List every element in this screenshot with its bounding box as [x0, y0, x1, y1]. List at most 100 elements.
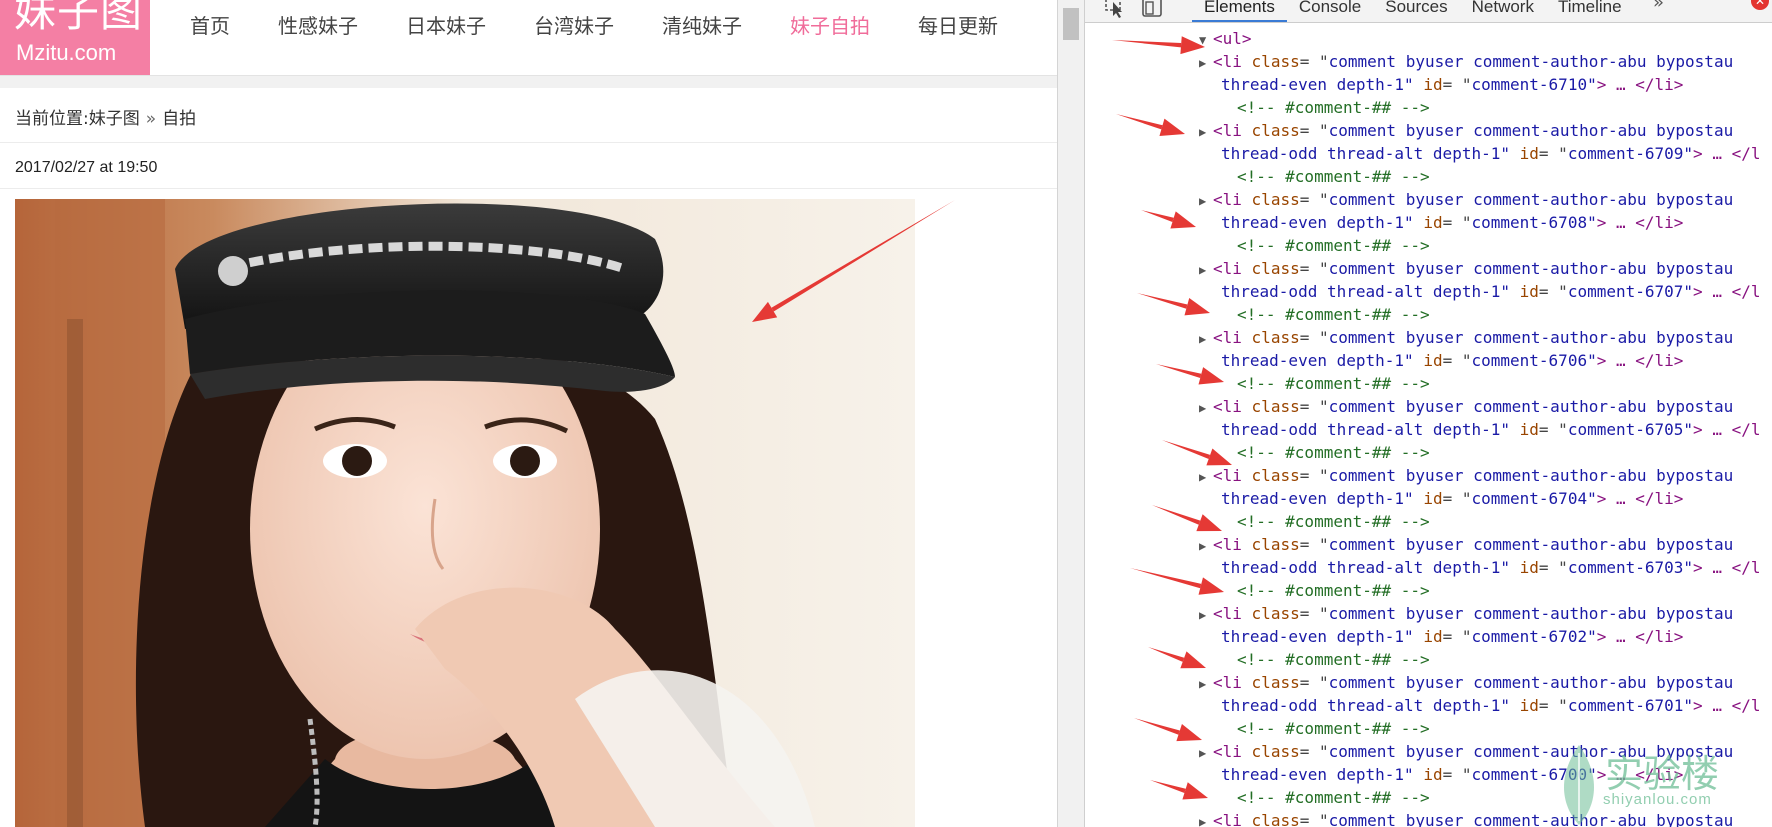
dom-node-li[interactable]: ▶ <li class= "comment byuser comment-auth…	[1199, 534, 1733, 556]
li-tail: > … </l	[1693, 420, 1761, 439]
dom-node-li[interactable]: ▶ <li class= "comment byuser comment-auth…	[1199, 465, 1733, 487]
dom-node-li-continuation[interactable]: thread-odd thread-alt depth-1" id= "comm…	[1221, 281, 1760, 303]
li-class-parity: thread-even depth-1	[1221, 75, 1405, 94]
breadcrumb-current[interactable]: 自拍	[162, 109, 196, 129]
dom-comment-node[interactable]: <!-- #comment-## -->	[1237, 649, 1430, 671]
li-id-value: comment-6710	[1471, 75, 1588, 94]
dom-node-li-continuation[interactable]: thread-odd thread-alt depth-1" id= "comm…	[1221, 419, 1760, 441]
dom-comment-node[interactable]: <!-- #comment-## -->	[1237, 580, 1430, 602]
inspect-cursor-icon[interactable]	[1103, 0, 1129, 20]
dom-node-li[interactable]: ▶ <li class= "comment byuser comment-auth…	[1199, 603, 1733, 625]
collapsed-caret-icon[interactable]: ▶	[1199, 328, 1213, 350]
collapsed-caret-icon[interactable]: ▶	[1199, 673, 1213, 695]
dom-comment-node[interactable]: <!-- #comment-## -->	[1237, 787, 1430, 809]
dom-node-li-continuation[interactable]: thread-odd thread-alt depth-1" id= "comm…	[1221, 143, 1760, 165]
breadcrumb-home-link[interactable]: 妹子图	[89, 109, 140, 129]
dom-node-li-continuation[interactable]: thread-even depth-1" id= "comment-6710">…	[1221, 74, 1683, 96]
html-comment: <!-- #comment-## -->	[1237, 581, 1430, 600]
nav-item-pure[interactable]: 清纯妹子	[662, 8, 742, 44]
collapsed-caret-icon[interactable]: ▶	[1199, 466, 1213, 488]
html-comment: <!-- #comment-## -->	[1237, 788, 1430, 807]
post-photo[interactable]	[15, 199, 915, 827]
dom-tree: ▼ <ul> ▶ <li class= "comment byuser comment…	[1085, 28, 1772, 827]
dom-node-ul[interactable]: ▼ <ul>	[1199, 28, 1252, 50]
more-tabs-icon[interactable]: »	[1653, 0, 1664, 13]
breadcrumb-prefix: 当前位置:	[15, 109, 89, 129]
collapsed-caret-icon[interactable]: ▶	[1199, 121, 1213, 143]
nav-item-daily-update[interactable]: 每日更新	[918, 8, 998, 44]
collapsed-caret-icon[interactable]: ▶	[1199, 52, 1213, 74]
li-class-parity: thread-even depth-1	[1221, 489, 1405, 508]
dom-comment-node[interactable]: <!-- #comment-## -->	[1237, 718, 1430, 740]
tab-network[interactable]: Network	[1460, 0, 1546, 20]
dom-comment-node[interactable]: <!-- #comment-## -->	[1237, 97, 1430, 119]
dom-node-li-continuation[interactable]: thread-even depth-1" id= "comment-6706">…	[1221, 350, 1683, 372]
dom-node-li-continuation[interactable]: thread-even depth-1" id= "comment-6704">…	[1221, 488, 1683, 510]
expanded-caret-icon[interactable]: ▼	[1199, 29, 1213, 51]
tab-console[interactable]: Console	[1287, 0, 1373, 20]
dom-node-li[interactable]: ▶ <li class= "comment byuser comment-auth…	[1199, 189, 1733, 211]
photo-illustration	[15, 199, 915, 827]
html-comment: <!-- #comment-## -->	[1237, 719, 1430, 738]
divider	[0, 188, 1058, 189]
dom-node-li-continuation[interactable]: thread-even depth-1" id= "comment-6702">…	[1221, 626, 1683, 648]
dom-node-li[interactable]: ▶ <li class= "comment byuser comment-auth…	[1199, 51, 1733, 73]
dom-node-li-continuation[interactable]: thread-even depth-1" id= "comment-6708">…	[1221, 212, 1683, 234]
close-error-icon[interactable]: ✕	[1751, 0, 1769, 10]
dom-comment-node[interactable]: <!-- #comment-## -->	[1237, 235, 1430, 257]
leaf-logo-icon	[1564, 745, 1594, 825]
dom-node-li-continuation[interactable]: thread-odd thread-alt depth-1" id= "comm…	[1221, 695, 1760, 717]
dom-comment-node[interactable]: <!-- #comment-## -->	[1237, 442, 1430, 464]
collapsed-caret-icon[interactable]: ▶	[1199, 811, 1213, 827]
li-id-value: comment-6706	[1471, 351, 1588, 370]
nav-item-home[interactable]: 首页	[190, 8, 230, 44]
watermark-text: 实验楼	[1605, 752, 1720, 796]
dom-node-li[interactable]: ▶ <li class= "comment byuser comment-auth…	[1199, 672, 1733, 694]
html-comment: <!-- #comment-## -->	[1237, 167, 1430, 186]
li-class-value: comment byuser comment-author-abu bypost…	[1328, 52, 1734, 71]
li-tail: > … </li>	[1596, 351, 1684, 370]
dom-comment-node[interactable]: <!-- #comment-## -->	[1237, 511, 1430, 533]
li-class-parity: thread-odd thread-alt depth-1	[1221, 282, 1501, 301]
nav-item-selfie[interactable]: 妹子自拍	[790, 8, 870, 44]
li-class-value: comment byuser comment-author-abu bypost…	[1328, 535, 1734, 554]
li-tail: > … </li>	[1596, 75, 1684, 94]
nav-item-sexy[interactable]: 性感妹子	[278, 8, 358, 44]
scrollbar-thumb[interactable]	[1063, 8, 1079, 40]
site-logo[interactable]: 妹子图 Mzitu.com	[0, 0, 150, 75]
collapsed-caret-icon[interactable]: ▶	[1199, 259, 1213, 281]
collapsed-caret-icon[interactable]: ▶	[1199, 190, 1213, 212]
breadcrumb: 当前位置:妹子图» 自拍	[15, 104, 196, 129]
li-class-value: comment byuser comment-author-abu bypost…	[1328, 328, 1734, 347]
devtools-panel: Elements Console Sources Network Timelin…	[1084, 0, 1772, 827]
dom-comment-node[interactable]: <!-- #comment-## -->	[1237, 373, 1430, 395]
dom-node-li[interactable]: ▶ <li class= "comment byuser comment-auth…	[1199, 120, 1733, 142]
html-comment: <!-- #comment-## -->	[1237, 443, 1430, 462]
dom-node-li[interactable]: ▶ <li class= "comment byuser comment-auth…	[1199, 396, 1733, 418]
device-toggle-icon[interactable]	[1140, 0, 1166, 20]
tab-timeline[interactable]: Timeline	[1546, 0, 1634, 20]
collapsed-caret-icon[interactable]: ▶	[1199, 604, 1213, 626]
li-class-value: comment byuser comment-author-abu bypost…	[1328, 604, 1734, 623]
li-class-value: comment byuser comment-author-abu bypost…	[1328, 466, 1734, 485]
collapsed-caret-icon[interactable]: ▶	[1199, 742, 1213, 764]
li-class-parity: thread-even depth-1	[1221, 351, 1405, 370]
divider	[0, 142, 1058, 143]
collapsed-caret-icon[interactable]: ▶	[1199, 397, 1213, 419]
dom-comment-node[interactable]: <!-- #comment-## -->	[1237, 166, 1430, 188]
dom-node-li[interactable]: ▶ <li class= "comment byuser comment-auth…	[1199, 327, 1733, 349]
li-tail: > … </l	[1693, 282, 1761, 301]
html-comment: <!-- #comment-## -->	[1237, 305, 1430, 324]
nav-item-taiwan[interactable]: 台湾妹子	[534, 8, 614, 44]
dom-node-li[interactable]: ▶ <li class= "comment byuser comment-auth…	[1199, 258, 1733, 280]
tab-sources[interactable]: Sources	[1373, 0, 1459, 20]
li-class-parity: thread-even depth-1	[1221, 213, 1405, 232]
nav-item-japan[interactable]: 日本妹子	[406, 8, 486, 44]
li-id-value: comment-6707	[1567, 282, 1684, 301]
dom-comment-node[interactable]: <!-- #comment-## -->	[1237, 304, 1430, 326]
website-scrollbar[interactable]	[1057, 0, 1084, 827]
dom-node-li-continuation[interactable]: thread-odd thread-alt depth-1" id= "comm…	[1221, 557, 1760, 579]
tab-elements[interactable]: Elements	[1192, 0, 1287, 22]
li-class-value: comment byuser comment-author-abu bypost…	[1328, 397, 1734, 416]
collapsed-caret-icon[interactable]: ▶	[1199, 535, 1213, 557]
